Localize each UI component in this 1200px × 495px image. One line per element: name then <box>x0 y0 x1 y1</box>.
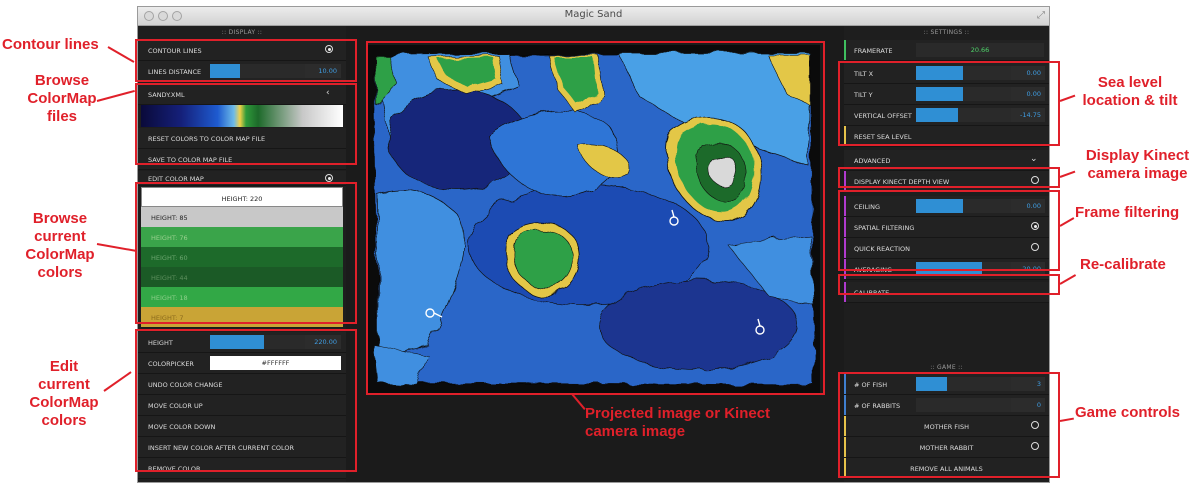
contour-lines-highlight <box>135 39 357 82</box>
title-bar: Magic Sand ⤢ <box>138 7 1049 26</box>
calibrate-highlight <box>838 274 1060 295</box>
edit-colors-pointer <box>103 371 132 392</box>
colormap-files-pointer <box>96 89 135 102</box>
sea-level-highlight <box>838 61 1060 146</box>
chevron-down-icon[interactable]: ⌄ <box>1030 154 1038 164</box>
browse-colormap-files-annotation: Browse ColorMap files <box>27 72 97 125</box>
game-controls-annotation: Game controls <box>1075 404 1181 421</box>
frame-filtering-annotation: Frame filtering <box>1075 204 1180 221</box>
current-colors-highlight <box>135 182 357 324</box>
window-title: Magic Sand <box>564 9 623 20</box>
display-kinect-annotation: Display Kinect camera image <box>1085 147 1190 182</box>
current-colors-pointer <box>96 243 136 252</box>
fullscreen-icon[interactable]: ⤢ <box>1037 10 1045 21</box>
display-header: :: DISPLAY :: <box>221 29 263 36</box>
edit-color-map-radio-icon[interactable] <box>325 174 333 182</box>
kinect-view-highlight <box>838 167 1060 188</box>
game-header: :: GAME :: <box>930 364 963 371</box>
advanced-label: ADVANCED <box>854 157 891 165</box>
projected-image-highlight <box>366 41 825 395</box>
framerate-value: 20.66 <box>916 43 1044 57</box>
sea-level-pointer <box>1059 94 1076 102</box>
settings-header: :: SETTINGS :: <box>923 29 970 36</box>
projected-image-annotation: Projected image or Kinect camera image <box>585 405 771 440</box>
framerate-accent <box>844 40 846 60</box>
edit-colors-highlight <box>135 329 357 472</box>
sea-level-annotation: Sea level location & tilt <box>1082 74 1178 109</box>
framerate-row: FRAMERATE 20.66 <box>844 40 1049 61</box>
game-controls-pointer <box>1059 417 1074 422</box>
framerate-label: FRAMERATE <box>854 47 893 55</box>
frame-filtering-highlight <box>838 190 1060 271</box>
calibrate-pointer <box>1059 274 1077 285</box>
game-controls-highlight <box>838 372 1060 478</box>
kinect-view-pointer <box>1059 170 1076 178</box>
browse-current-colors-annotation: Browse current ColorMap colors <box>25 210 95 281</box>
frame-filtering-pointer <box>1059 217 1075 227</box>
recalibrate-annotation: Re-calibrate <box>1080 256 1166 273</box>
contour-lines-annotation: Contour lines <box>2 36 99 53</box>
edit-current-colors-annotation: Edit current ColorMap colors <box>29 358 99 429</box>
colormap-files-highlight <box>135 83 357 165</box>
